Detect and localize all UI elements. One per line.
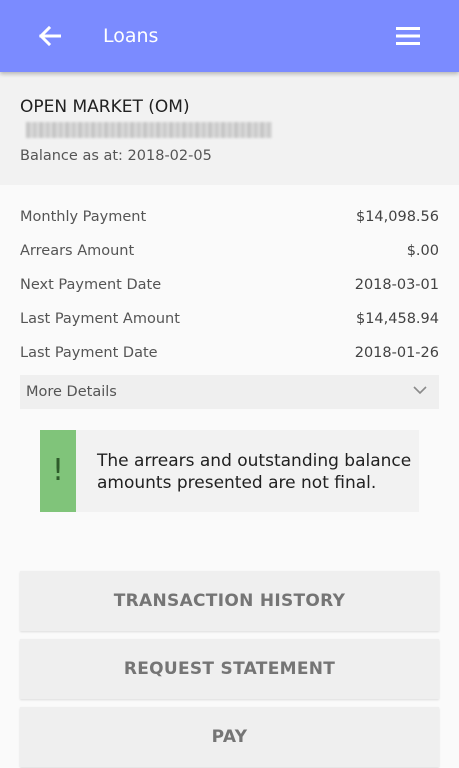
menu-button[interactable] xyxy=(388,18,428,54)
detail-row-monthly-payment: Monthly Payment $14,098.56 xyxy=(20,205,439,239)
more-details-label: More Details xyxy=(26,384,117,400)
chevron-down-icon xyxy=(413,386,427,395)
detail-value: $14,458.94 xyxy=(355,311,439,327)
detail-value: $.00 xyxy=(406,243,439,259)
disclaimer-notice: ! The arrears and outstanding balance am… xyxy=(40,430,419,512)
account-number-redacted xyxy=(26,122,272,138)
more-details-toggle[interactable]: More Details xyxy=(20,375,439,409)
detail-value: 2018-01-26 xyxy=(354,345,439,361)
back-button[interactable] xyxy=(30,18,70,54)
detail-label: Next Payment Date xyxy=(20,277,162,293)
arrow-left-icon xyxy=(39,26,61,46)
transaction-history-button[interactable]: TRANSACTION HISTORY xyxy=(20,571,439,631)
detail-value: $14,098.56 xyxy=(355,209,439,225)
notice-text: The arrears and outstanding balance amou… xyxy=(97,451,412,493)
request-statement-button[interactable]: REQUEST STATEMENT xyxy=(20,639,439,699)
page-title: Loans xyxy=(103,25,159,47)
notice-stripe: ! xyxy=(40,430,76,512)
detail-row-arrears-amount: Arrears Amount $.00 xyxy=(20,239,439,273)
pay-button[interactable]: PAY xyxy=(20,707,439,767)
account-header: OPEN MARKET (OM) Balance as at: 2018-02-… xyxy=(0,72,459,185)
detail-row-last-payment-amount: Last Payment Amount $14,458.94 xyxy=(20,307,439,341)
account-name: OPEN MARKET (OM) xyxy=(20,97,190,117)
balance-date: Balance as at: 2018-02-05 xyxy=(20,148,212,164)
detail-value: 2018-03-01 xyxy=(354,277,439,293)
detail-row-next-payment-date: Next Payment Date 2018-03-01 xyxy=(20,273,439,307)
detail-label: Arrears Amount xyxy=(20,243,135,259)
detail-row-last-payment-date: Last Payment Date 2018-01-26 xyxy=(20,341,439,375)
app-bar: Loans xyxy=(0,0,459,72)
exclamation-icon: ! xyxy=(51,453,65,488)
hamburger-menu-icon xyxy=(396,27,420,45)
loan-details: Monthly Payment $14,098.56 Arrears Amoun… xyxy=(20,205,439,375)
detail-label: Monthly Payment xyxy=(20,209,147,225)
detail-label: Last Payment Amount xyxy=(20,311,180,327)
detail-label: Last Payment Date xyxy=(20,345,158,361)
